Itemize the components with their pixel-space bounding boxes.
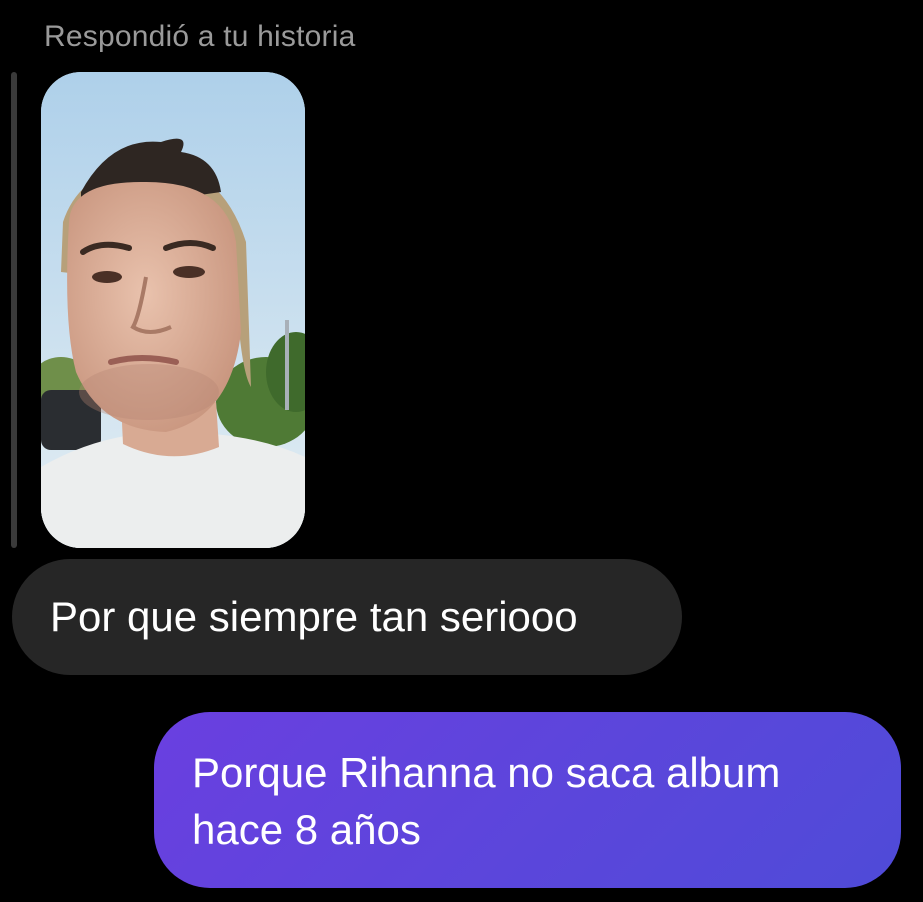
story-reply-bar (11, 72, 17, 548)
message-text: Por que siempre tan seriooo (50, 593, 578, 640)
selfie-photo (41, 72, 305, 548)
message-bubble-sent[interactable]: Porque Rihanna no saca album hace 8 años (154, 712, 901, 888)
message-bubble-received[interactable]: Por que siempre tan seriooo (12, 559, 682, 675)
story-reply-label: Respondió a tu historia (44, 20, 356, 53)
story-thumbnail[interactable] (41, 72, 305, 548)
message-text: Porque Rihanna no saca album hace 8 años (192, 749, 781, 853)
